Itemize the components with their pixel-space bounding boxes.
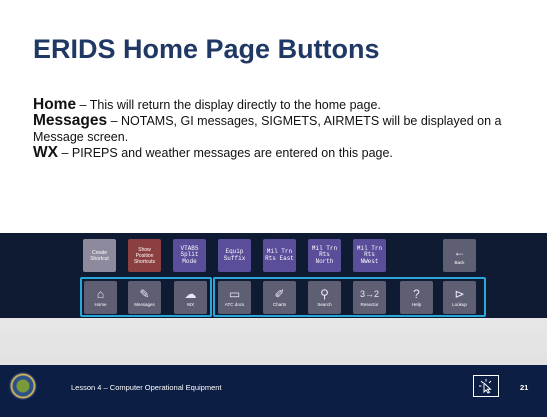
paragraph-wx: WX – PIREPS and weather messages are ent… [33,145,523,161]
create-shortcut-label: Create Shortcut [90,249,109,262]
lookup-label: Lookup [452,301,467,307]
atc-docs-button[interactable]: ▭ ATC docs [218,281,251,314]
back-button[interactable]: ← Back [443,239,476,272]
lookup-icon: ⊳ [454,286,465,301]
search-label: Search [317,301,332,307]
paragraph-home: Home – This will return the display dire… [33,97,523,113]
lookup-button[interactable]: ⊳ Lookup [443,281,476,314]
atc-docs-label: ATC docs [224,301,245,307]
slide-body: Home – This will return the display dire… [33,97,523,161]
page-number: 21 [520,383,529,392]
charts-icon: ✐ [274,286,285,301]
atc-docs-icon: ▭ [228,286,241,301]
wx-icon: ☁ [184,286,197,301]
messages-icon: ✎ [139,286,150,301]
mil-trn-rts-north-button[interactable]: Mil Trn Rts North [308,239,341,272]
back-icon: ← [453,244,466,259]
term-home: Home [33,96,77,113]
term-messages: Messages [33,112,108,129]
charts-label: Charts [272,301,287,307]
back-label: Back [454,259,465,265]
messages-button[interactable]: ✎ Messages [128,281,161,314]
search-icon: ⚲ [320,286,329,301]
mil-trn-rts-nwest-button[interactable]: Mil Trn Rts NWest [353,239,386,272]
paragraph-messages: Messages – NOTAMS, GI messages, SIGMETS,… [33,113,523,145]
lesson-label: Lesson 4 – Computer Operational Equipmen… [71,383,222,392]
slide: ERIDS Home Page Buttons Home – This will… [0,0,547,417]
mil-trn-rts-nwest-label: Mil Trn Rts NWest [356,244,383,265]
home-label: Home [94,301,107,307]
charts-button[interactable]: ✐ Charts [263,281,296,314]
create-shortcut-button[interactable]: Create Shortcut [83,239,116,272]
home-button[interactable]: ⌂ Home [84,281,117,314]
wx-label: WX [186,301,195,307]
wx-button[interactable]: ☁ WX [174,281,207,314]
messages-label: Messages [134,301,155,307]
vtabs-split-mode-label: VTABS Split Mode [180,244,199,265]
faa-seal-icon [9,372,37,400]
equip-suffix-label: Equip Suffix [223,248,246,262]
erids-button-strip: Create Shortcut Show Position Shortcuts VT… [0,233,547,318]
cursor-click-glyph [479,379,492,394]
vtabs-split-mode-button[interactable]: VTABS Split Mode [173,239,206,272]
resector-icon: 3→2 [359,288,379,299]
desc-wx: – PIREPS and weather messages are entere… [57,146,393,160]
resector-label: Resector [360,301,379,307]
help-button[interactable]: ? Help [400,281,433,314]
mil-trn-rts-east-button[interactable]: Mil Trn Rts East [263,239,296,272]
show-position-shortcuts-label: Show Position Shortcuts [133,246,156,265]
search-button[interactable]: ⚲ Search [308,281,341,314]
mil-trn-rts-north-label: Mil Trn Rts North [311,244,338,265]
help-label: Help [411,301,422,307]
desc-home: – This will return the display directly … [76,98,381,112]
show-position-shortcuts-button[interactable]: Show Position Shortcuts [128,239,161,272]
cursor-click-icon[interactable] [473,375,499,397]
home-icon: ⌂ [96,286,105,301]
help-icon: ? [413,286,420,301]
equip-suffix-button[interactable]: Equip Suffix [218,239,251,272]
mil-trn-rts-east-label: Mil Trn Rts East [265,248,294,262]
slide-title: ERIDS Home Page Buttons [33,34,380,64]
resector-button[interactable]: 3→2 Resector [353,281,386,314]
term-wx: WX [33,144,58,161]
